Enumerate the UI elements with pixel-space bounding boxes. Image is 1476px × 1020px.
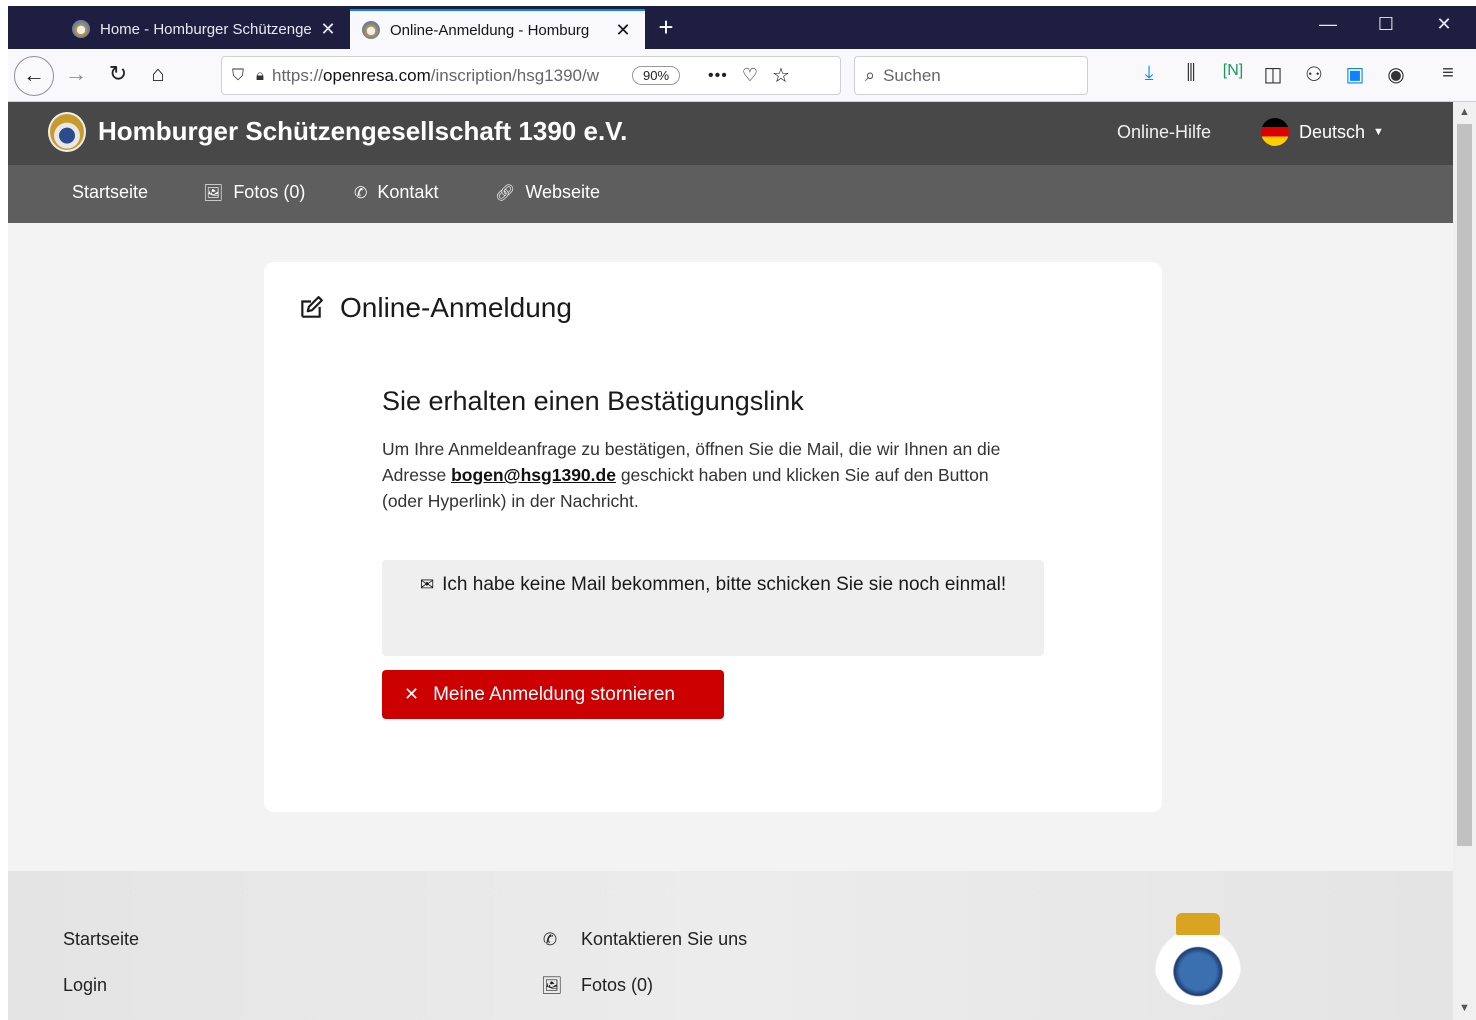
link-icon: 🔗︎ [495,184,516,202]
browser-titlebar: Home - Homburger Schützenge ✕ Online-Anm… [8,6,1476,49]
nav-kontakt[interactable]: ✆ Kontakt [354,182,438,203]
confirmation-text: Um Ihre Anmeldeanfrage zu bestätigen, öf… [382,436,1032,514]
cancel-label: Meine Anmeldung stornieren [433,683,675,705]
footer-startseite-link[interactable]: Startseite [63,929,139,950]
footer-photos-link[interactable]: 🖼︎ Fotos (0) [541,975,653,996]
url-text[interactable]: https://openresa.com/inscription/hsg1390… [272,66,622,86]
address-bar[interactable]: ⛉ 🔒︎ https://openresa.com/inscription/hs… [221,56,841,95]
nav-label: Fotos (0) [233,182,306,202]
browser-toolbar: ← → ↻ ⌂ ⛉ 🔒︎ https://openresa.com/inscri… [8,49,1476,102]
envelope-icon: ✉ [419,575,435,594]
library-icon[interactable]: ⫼ [1176,62,1206,85]
card-heading: Online-Anmeldung [298,292,572,324]
page-scrollbar[interactable]: ▲ ▼ [1453,102,1476,1020]
home-icon[interactable]: ⌂ [142,61,174,87]
site-navigation: Startseite 🖼︎ Fotos (0) ✆ Kontakt 🔗︎ Web… [8,165,1453,223]
url-path: /inscription/hsg1390/w [430,65,599,85]
download-icon[interactable]: ⤓ [1134,62,1164,85]
registration-card: Online-Anmeldung Sie erhalten einen Best… [264,262,1162,812]
menu-icon[interactable]: ≡ [1433,62,1463,85]
tab-title: Online-Anmeldung - Homburg [390,21,590,39]
phone-icon: ✆ [354,184,368,202]
scrollbar-thumb[interactable] [1457,124,1472,846]
account-icon[interactable]: ◉ [1381,62,1411,87]
nav-label: Kontakt [377,182,439,202]
email-link[interactable]: bogen@hsg1390.de [451,465,616,485]
save-icon[interactable]: ▣ [1340,62,1370,87]
url-domain: openresa.com [323,65,431,85]
resend-label: Ich habe keine Mail bekommen, bitte schi… [442,574,1007,595]
back-arrow-icon[interactable]: ← [14,56,54,96]
club-favicon-icon [72,20,90,38]
nav-fotos[interactable]: 🖼︎ Fotos (0) [203,182,305,203]
club-logo-icon[interactable] [48,112,86,152]
phone-icon: ✆ [542,929,558,949]
tab-close-icon[interactable]: ✕ [318,19,338,40]
search-placeholder: Suchen [883,65,941,85]
footer-label: Fotos (0) [581,975,654,995]
resend-mail-button[interactable]: ✉ Ich habe keine Mail bekommen, bitte sch… [382,560,1044,656]
cancel-registration-button[interactable]: ✕ Meine Anmeldung stornieren [382,670,724,719]
online-help-link[interactable]: Online-Hilfe [1117,122,1211,143]
zoom-indicator[interactable]: 90% [632,66,681,85]
lock-icon[interactable]: 🔒︎ [256,67,264,84]
search-input[interactable]: ⌕ Suchen [854,56,1088,95]
new-tab-button[interactable]: + [648,12,684,43]
tracking-shield-icon[interactable]: ⛉ [232,67,244,85]
nav-label: Startseite [72,182,149,202]
pocket-icon[interactable]: ♡ [742,65,758,86]
caret-down-icon: ▼ [1373,126,1384,138]
tab-home[interactable]: Home - Homburger Schützenge ✕ [60,9,350,49]
minimize-button[interactable]: — [1303,14,1353,35]
sidebar-icon[interactable]: ◫ [1258,62,1288,87]
page-actions-icon[interactable]: ••• [708,67,728,85]
edit-icon [301,296,323,318]
language-label: Deutsch [1299,121,1366,142]
window-close-button[interactable]: ✕ [1419,14,1469,35]
close-icon: ✕ [404,684,420,704]
site-title[interactable]: Homburger Schützengesellschaft 1390 e.V. [98,116,627,147]
nav-startseite[interactable]: Startseite [72,182,148,203]
extension-icon[interactable]: ⚇ [1299,62,1329,87]
tab-title: Home - Homburger Schützenge [100,20,312,38]
nav-webseite[interactable]: 🔗︎ Webseite [495,182,600,203]
club-favicon-icon [362,21,380,39]
club-crest-icon [1154,913,1242,1005]
nav-label: Webseite [525,182,601,202]
footer-contact-link[interactable]: ✆ Kontaktieren Sie uns [541,929,747,950]
scroll-up-icon[interactable]: ▲ [1453,106,1476,118]
tab-close-icon[interactable]: ✕ [613,20,633,41]
footer-label: Kontaktieren Sie uns [581,929,748,949]
extension-n-icon[interactable]: [N] [1218,62,1248,80]
site-header: Homburger Schützengesellschaft 1390 e.V.… [8,102,1453,165]
forward-arrow-icon[interactable]: → [60,61,92,87]
confirmation-title: Sie erhalten einen Bestätigungslink [382,386,804,416]
search-icon: ⌕ [865,65,876,85]
page-viewport: Homburger Schützengesellschaft 1390 e.V.… [8,102,1453,1020]
scroll-down-icon[interactable]: ▼ [1453,1002,1476,1014]
german-flag-icon [1261,118,1289,146]
footer-label: Login [63,975,108,995]
reload-icon[interactable]: ↻ [102,61,134,87]
crown-icon [1176,913,1220,935]
page-title: Online-Anmeldung [340,292,572,323]
footer-login-link[interactable]: Login [63,975,107,996]
tab-online-anmeldung[interactable]: Online-Anmeldung - Homburg ✕ [350,9,645,49]
footer-label: Startseite [63,929,140,949]
image-icon: 🖼︎ [541,975,563,995]
url-prefix: https:// [272,65,324,85]
site-footer: Startseite Login ✆ Kontaktieren Sie uns … [8,871,1453,1020]
maximize-button[interactable]: ☐ [1361,14,1411,35]
image-icon: 🖼︎ [203,184,224,202]
bookmark-star-icon[interactable]: ☆ [772,63,790,88]
language-selector[interactable]: Deutsch ▼ [1261,118,1384,146]
